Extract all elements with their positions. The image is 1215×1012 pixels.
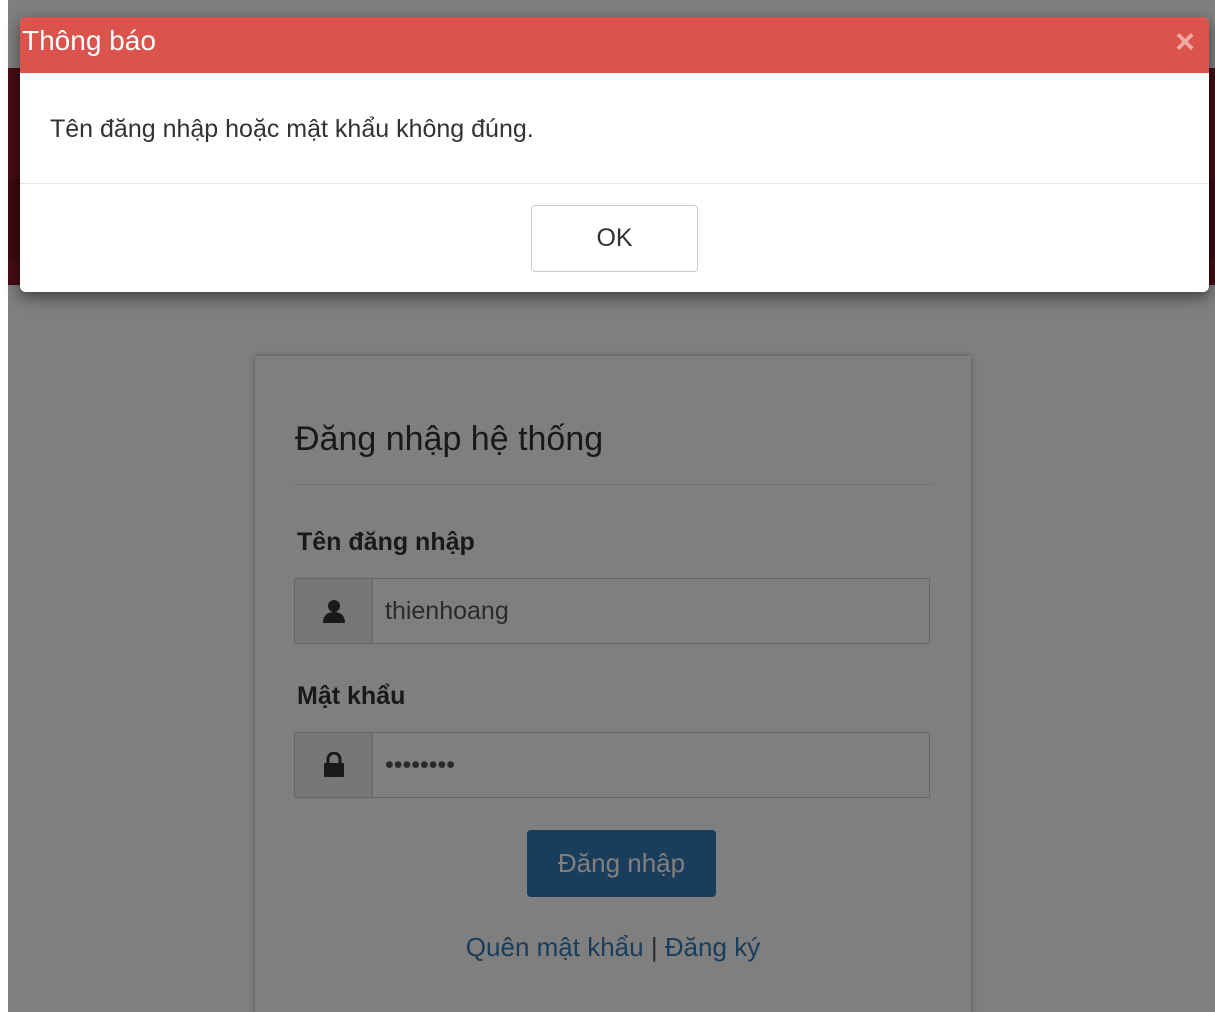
ok-button[interactable]: OK <box>531 205 698 272</box>
alert-dialog: Thông báo × Tên đăng nhập hoặc mật khẩu … <box>20 17 1209 292</box>
dialog-message: Tên đăng nhập hoặc mật khẩu không đúng. <box>50 115 534 143</box>
window-edge <box>0 0 8 1012</box>
close-icon[interactable]: × <box>1175 25 1195 59</box>
dialog-title: Thông báo <box>22 25 156 56</box>
dialog-footer-divider <box>20 183 1209 184</box>
dialog-header: Thông báo × <box>20 17 1209 73</box>
